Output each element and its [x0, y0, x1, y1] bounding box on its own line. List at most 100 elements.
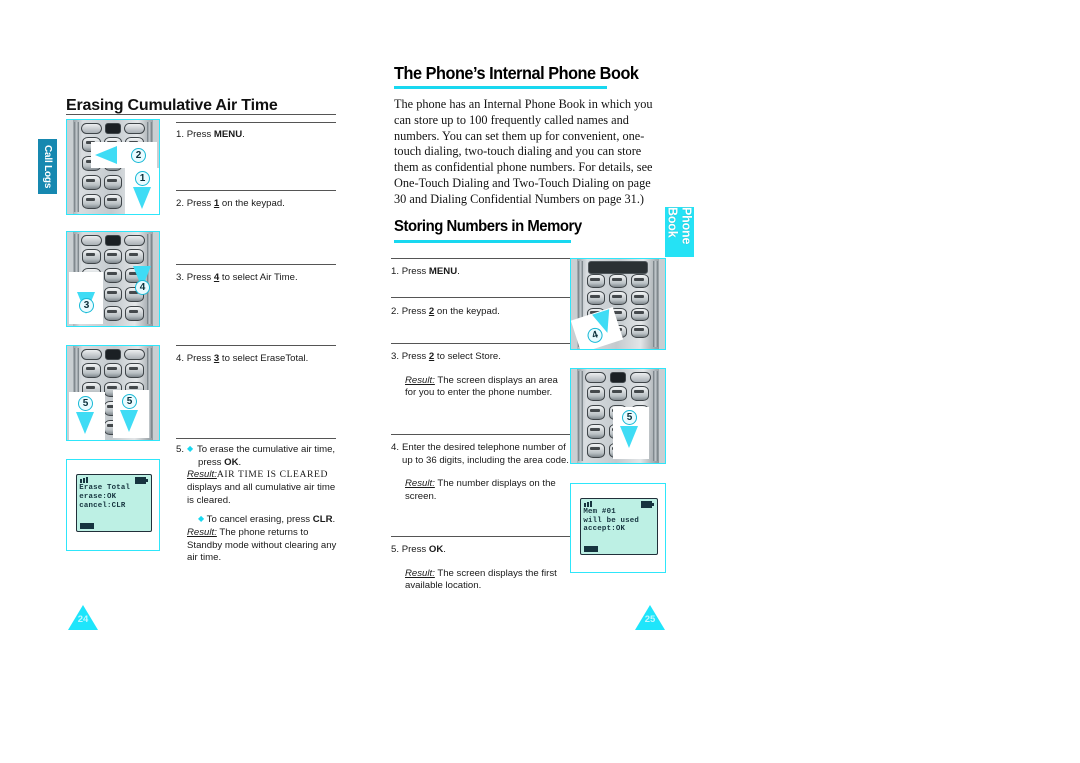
callout-4-panel: 4 — [125, 264, 159, 312]
right-step-4-result-label: Result: — [405, 478, 435, 490]
step-divider — [176, 264, 336, 266]
callout-number-2: 2 — [131, 148, 146, 163]
keypad-key-1 — [586, 385, 606, 402]
phone-soft-keys — [584, 372, 652, 383]
left-step-5-result-rest: displays and all cumulative air time is … — [187, 481, 336, 506]
left-step-3-number: 3. — [176, 272, 185, 283]
lcd-line-1: Mem #01 — [583, 508, 616, 517]
side-tab-call-logs: Call Logs — [38, 139, 57, 194]
phone-navigation-key — [105, 349, 121, 360]
left-step-4-text-before: Press — [186, 353, 214, 364]
phone-photo-step5: 5 5 — [66, 345, 160, 441]
right-step-3-result-label: Result: — [405, 374, 435, 386]
left-step-3-text-after: to select Air Time. — [219, 272, 298, 283]
phone-photo-step1-2: 2 1 — [66, 119, 160, 215]
keypad-key-3 — [125, 248, 144, 265]
left-step-2-number: 2. — [176, 198, 185, 209]
lcd-screen: Erase Total erase:OK cancel:CLR — [76, 474, 152, 533]
side-tab-phone-book-overflow: Book — [665, 257, 694, 283]
step-divider — [391, 536, 571, 538]
keypad-key-9 — [630, 307, 650, 322]
callout-1-panel: 1 — [125, 168, 159, 214]
phone-side-rail-right — [652, 370, 658, 462]
right-step-1: 1. Press MENU. — [391, 266, 571, 279]
lcd-text: Mem #01 will be used accept:OK — [583, 508, 654, 534]
phone-soft-key-left — [80, 349, 102, 360]
right-step-1-text-before: Press — [401, 266, 429, 277]
left-step-1-text-before: Press — [186, 129, 214, 140]
step-divider — [176, 345, 336, 347]
left-step-5-cancel-result-label: Result: — [187, 526, 217, 538]
callout-number-3: 3 — [79, 298, 94, 313]
right-step-5-result-label: Result: — [405, 567, 435, 579]
phone-navigation-key — [610, 372, 626, 383]
left-step-5-ok-key: OK — [224, 456, 239, 468]
right-step-5: 5. Press OK. Result: The screen displays… — [391, 544, 571, 593]
step-divider — [176, 122, 336, 124]
phone-soft-key-left — [80, 235, 102, 246]
keypad-key-7 — [82, 174, 101, 191]
lcd-line-3: accept:OK — [583, 525, 626, 534]
right-step-2-number: 2. — [391, 306, 400, 317]
keypad-key-pound — [630, 324, 650, 339]
keypad-key-4 — [586, 291, 606, 305]
phone-soft-key-right — [629, 372, 652, 383]
intro-paragraph: The phone has an Internal Phone Book in … — [394, 97, 653, 206]
phone-photo-right-step5: 5 — [570, 368, 666, 464]
keypad-key-8 — [103, 174, 123, 191]
callout-arrow-down-icon — [120, 410, 138, 432]
keypad-key-7 — [586, 423, 606, 440]
right-step-1-number: 1. — [391, 266, 400, 277]
left-page-heading: Erasing Cumulative Air Time — [66, 97, 278, 114]
callout-2-panel: 2 — [91, 142, 157, 168]
left-step-5-line2-before: press — [198, 456, 225, 468]
left-step-5-line1: To erase the cumulative air time, — [197, 444, 336, 455]
right-sub-heading-rule — [394, 240, 571, 243]
lcd-text: Erase Total erase:OK cancel:CLR — [79, 484, 149, 510]
phone-navigation-key — [105, 235, 121, 246]
left-step-1-text-after: . — [242, 129, 245, 140]
left-step-5-result-mono: AIR TIME IS CLEARED — [216, 469, 329, 481]
step-divider — [391, 258, 571, 260]
phone-soft-key-left — [80, 123, 102, 134]
lcd-line-3: cancel:CLR — [79, 501, 126, 510]
page-number-right: 25 — [635, 605, 665, 631]
step-divider — [391, 434, 571, 436]
signal-strength-icon — [584, 501, 594, 508]
step-divider — [176, 438, 336, 440]
phone-side-rail-left — [578, 370, 584, 462]
right-step-5-text-before: Press — [401, 544, 429, 555]
keypad-key-6 — [630, 291, 650, 305]
callout-5-right-panel: 5 — [613, 407, 649, 459]
phone-photo-right-step4: 4 — [570, 258, 666, 350]
callout-arrow-down-icon — [133, 187, 151, 209]
right-step-1-key: MENU — [428, 266, 458, 277]
left-step-2: 2. Press 1 on the keypad. — [176, 198, 338, 211]
left-step-3: 3. Press 4 to select Air Time. — [176, 272, 338, 285]
right-step-3-text-after: to select Store. — [434, 351, 501, 362]
left-step-1-number: 1. — [176, 129, 185, 140]
lcd-illustration-mem-location: Mem #01 will be used accept:OK — [570, 483, 666, 573]
right-step-3: 3. Press 2 to select Store. Result: The … — [391, 351, 571, 400]
keypad-key-2 — [608, 385, 628, 402]
phone-display-strip — [588, 260, 648, 275]
keypad-key-1 — [586, 274, 606, 288]
left-step-5-cancel-before: To cancel erasing, press — [206, 514, 313, 526]
left-step-2-text-before: Press — [186, 198, 214, 209]
callout-arrow-left-icon — [95, 146, 117, 164]
lcd-illustration-erase-total: Erase Total erase:OK cancel:CLR — [66, 459, 160, 551]
callout-number-1: 1 — [135, 171, 150, 186]
callout-number-5-right-page: 5 — [622, 410, 637, 425]
lcd-status-icons — [581, 500, 654, 508]
right-page-sub-heading: Storing Numbers in Memory — [394, 218, 582, 235]
right-step-3-text-before: Press — [401, 351, 429, 362]
phone-soft-keys — [80, 235, 146, 246]
right-main-heading-rule — [394, 86, 607, 89]
page-number-right-label: 25 — [644, 614, 656, 625]
callout-3-panel: 3 — [69, 272, 103, 324]
right-page-main-heading: The Phone’s Internal Phone Book — [394, 63, 639, 83]
lcd-line-2: erase:OK — [79, 492, 117, 501]
phone-soft-keys — [80, 349, 146, 360]
lcd-battery-bar — [80, 523, 95, 530]
page-number-left-label: 24 — [77, 614, 89, 625]
